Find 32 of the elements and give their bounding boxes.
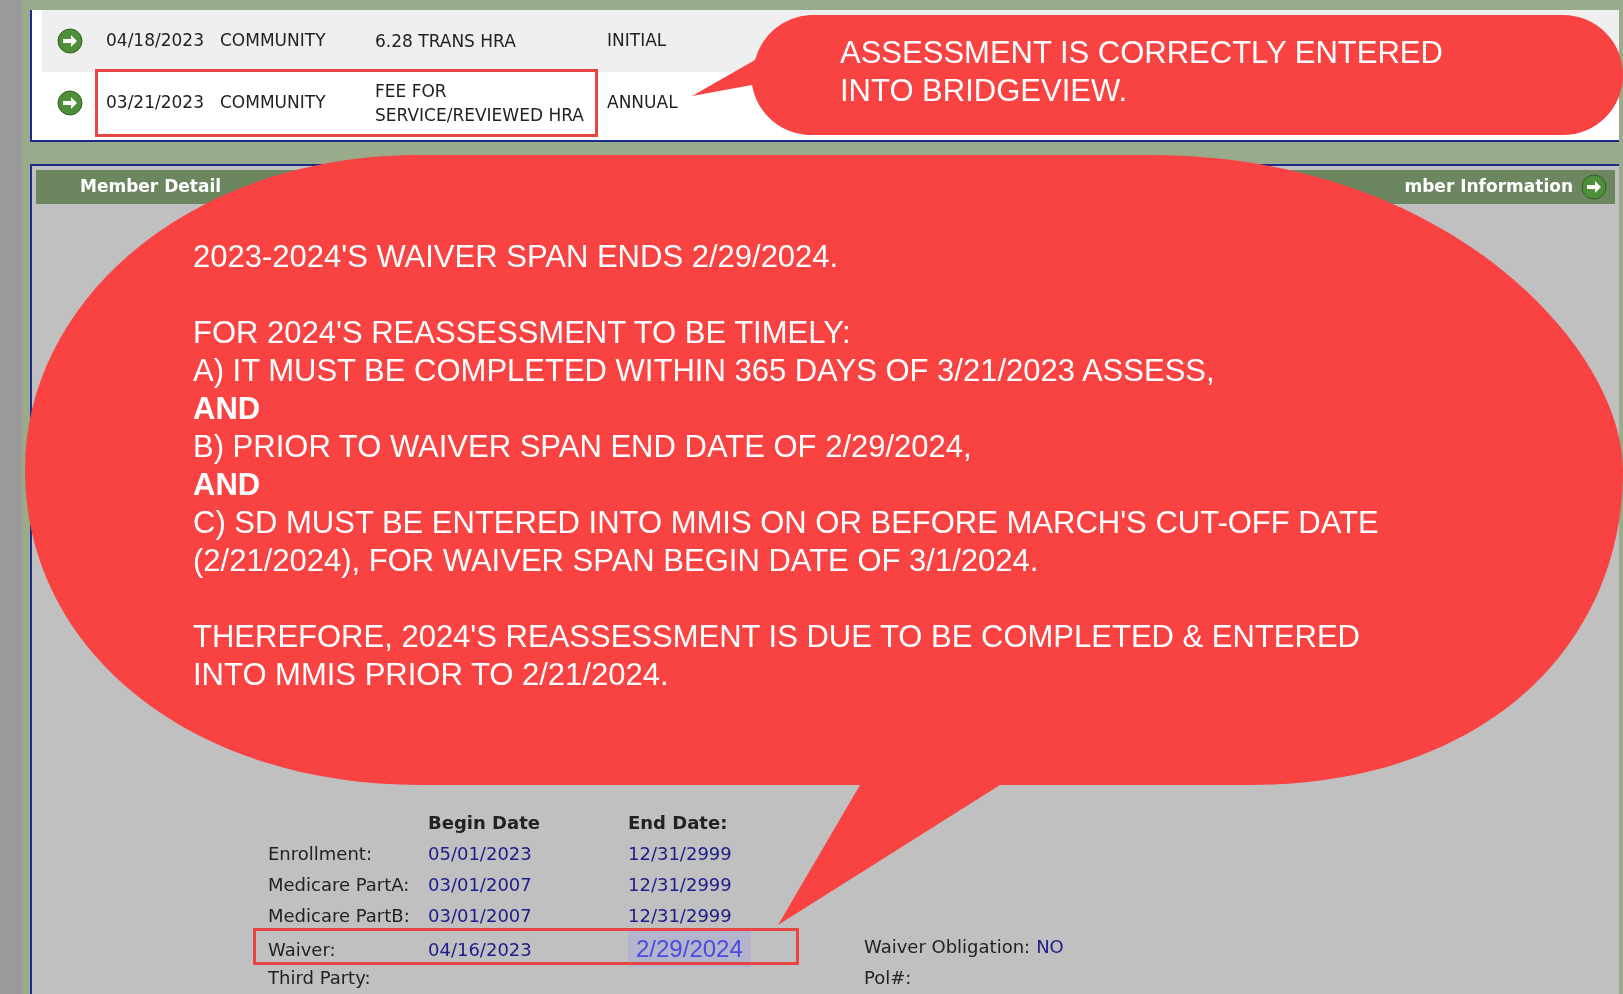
begin-date: 05/01/2023 — [428, 842, 533, 866]
row-label: Waiver: — [268, 937, 337, 962]
row-label: Medicare PartB: — [268, 904, 411, 928]
callout-text: 2023-2024'S WAIVER SPAN ENDS 2/29/2024. — [193, 238, 840, 276]
begin-date: 03/01/2007 — [428, 904, 533, 928]
field-label: Waiver Obligation: — [864, 935, 1031, 959]
column-header: End Date: — [628, 811, 729, 835]
field-value: NO — [1036, 935, 1064, 959]
callout-text: FOR 2024'S REASSESSMENT TO BE TIMELY: A) IT MUST BE COMPLETED WITHIN 365 DAYS OF 3/21/2023 ASSESS, AND B) PRIOR TO WAIVER SPAN END DATE OF 2/29/2024, AND C) SD MUST BE ENTERED INTO MMIS ON OR BEFORE MARCH'S CUT-OFF DATE (2/21/2024), FOR WAIVER SPAN BEGIN DATE OF 3/1/2024. — [193, 314, 1379, 580]
record-reason: ANNUAL — [607, 91, 678, 115]
column-header: Begin Date — [428, 811, 541, 835]
record-setting: COMMUNITY — [220, 91, 327, 115]
row-label: Third Party: — [268, 966, 372, 990]
end-date: 12/31/2999 — [628, 842, 732, 866]
record-type: 6.28 TRANS HRA — [375, 30, 517, 53]
callout-text: THEREFORE, 2024'S REASSESSMENT IS DUE TO BE COMPLETED & ENTERED INTO MMIS PRIOR TO 2/21/2024. — [193, 618, 1361, 694]
row-label: Enrollment: — [268, 842, 373, 866]
record-reason: INITIAL — [607, 29, 667, 53]
end-date: 12/31/2999 — [628, 873, 732, 897]
begin-date: 03/01/2007 — [428, 873, 533, 897]
member-information-link[interactable]: mber Information — [1404, 174, 1573, 200]
record-date: 03/21/2023 — [105, 91, 205, 115]
record-type: FEE FOR SERVICE/REVIEWED HRA — [375, 80, 585, 127]
end-date: 12/31/2999 — [628, 904, 732, 928]
field-label: Pol#: — [864, 966, 912, 990]
panel-title: Member Detail — [80, 175, 222, 199]
row-label: Medicare PartA: — [268, 873, 411, 897]
begin-date: 04/16/2023 — [428, 937, 533, 962]
record-setting: COMMUNITY — [220, 29, 327, 53]
record-date: 04/18/2023 — [105, 29, 205, 53]
callout-text: ASSESSMENT IS CORRECTLY ENTERED INTO BRIDGEVIEW. — [840, 34, 1443, 110]
end-date: 2/29/2024 — [628, 931, 751, 967]
